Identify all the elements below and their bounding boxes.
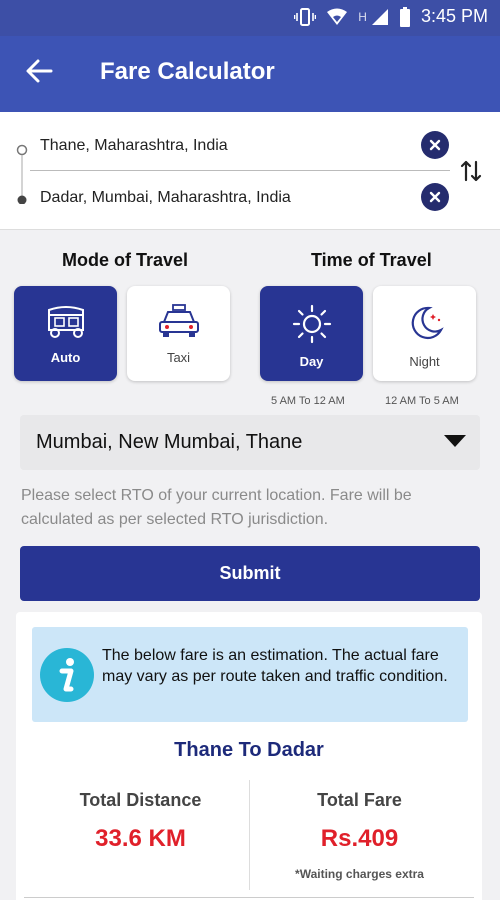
mode-taxi-label: Taxi <box>166 350 191 365</box>
auto-rickshaw-icon <box>47 306 84 338</box>
rto-helper-text: Please select RTO of your current locati… <box>21 487 412 528</box>
rto-selected-value: Mumbai, New Mumbai, Thane <box>36 431 303 453</box>
status-time: 3:45 PM <box>420 6 488 26</box>
mode-taxi-option[interactable]: Taxi <box>127 286 230 381</box>
time-night-option[interactable]: Night <box>373 286 476 381</box>
fare-label: Total Fare <box>317 790 402 810</box>
time-of-travel-heading: Time of Travel <box>311 250 432 270</box>
battery-icon <box>399 6 410 27</box>
moon-icon <box>411 306 444 340</box>
destination-field[interactable]: Dadar, Mumbai, Maharashtra, India <box>40 189 291 207</box>
sun-icon <box>292 304 331 344</box>
close-icon <box>429 139 441 151</box>
time-day-label: Day <box>299 354 324 369</box>
clear-origin-button[interactable] <box>421 131 449 159</box>
mode-auto-label: Auto <box>50 350 81 365</box>
distance-column: Total Distance 33.6 KM <box>24 790 257 853</box>
estimation-info-box: The below fare is an estimation. The act… <box>32 627 468 722</box>
dropdown-arrow-icon <box>444 435 466 447</box>
time-night-label: Night <box>409 354 440 369</box>
mode-auto-option[interactable]: Auto <box>14 286 117 381</box>
submit-button[interactable]: Submit <box>20 546 480 601</box>
info-icon <box>40 648 94 702</box>
route-dots-icon <box>16 144 28 204</box>
route-panel: Thane, Maharashtra, India Dadar, Mumbai,… <box>0 112 500 230</box>
fare-column: Total Fare Rs.409 *Waiting charges extra <box>243 790 476 881</box>
wifi-icon <box>327 8 348 25</box>
signal-icon <box>371 8 388 25</box>
trip-title: Thane To Dadar <box>174 739 324 761</box>
rto-select[interactable]: Mumbai, New Mumbai, Thane <box>20 415 480 470</box>
app-bar: Fare Calculator <box>0 36 500 112</box>
vibrate-icon <box>294 7 317 26</box>
close-icon <box>429 191 441 203</box>
fare-result-card: The below fare is an estimation. The act… <box>16 612 482 900</box>
waiting-charges-note: *Waiting charges extra <box>295 867 424 881</box>
route-divider <box>30 170 450 171</box>
distance-label: Total Distance <box>79 790 202 810</box>
mode-of-travel-heading: Mode of Travel <box>62 250 189 270</box>
status-bar: H 3:45 PM <box>0 0 500 36</box>
bottom-divider <box>24 897 474 898</box>
network-type-label: H <box>358 9 367 24</box>
back-arrow-icon[interactable] <box>24 56 54 86</box>
page-title: Fare Calculator <box>100 58 275 85</box>
distance-value: 33.6 KM <box>95 825 186 852</box>
swap-locations-icon[interactable] <box>459 159 483 183</box>
taxi-icon <box>158 304 199 337</box>
night-hours-hint: 12 AM To 5 AM <box>385 395 459 407</box>
origin-field[interactable]: Thane, Maharashtra, India <box>40 137 228 155</box>
time-day-option[interactable]: Day <box>260 286 363 381</box>
estimation-info-text: The below fare is an estimation. The act… <box>102 647 448 685</box>
clear-destination-button[interactable] <box>421 183 449 211</box>
day-hours-hint: 5 AM To 12 AM <box>271 395 345 407</box>
fare-value: Rs.409 <box>320 825 399 852</box>
